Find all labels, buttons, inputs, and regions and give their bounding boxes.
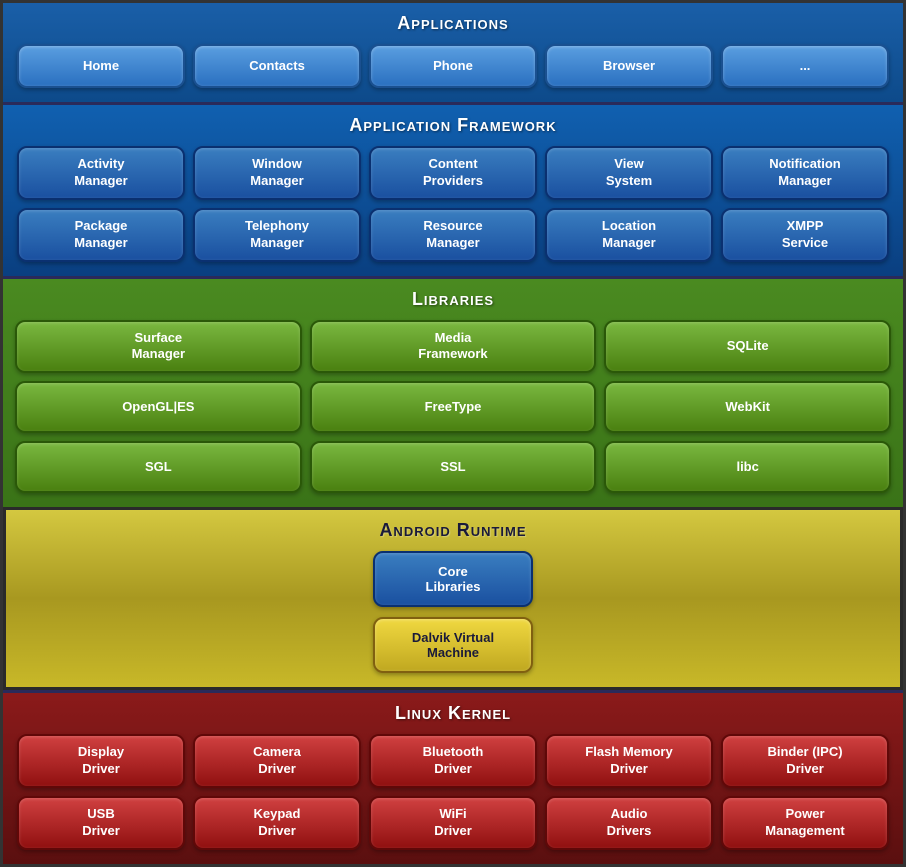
framework-content-providers: ContentProviders: [369, 146, 537, 200]
lib-ssl: SSL: [310, 441, 597, 493]
kernel-power-management: PowerManagement: [721, 796, 889, 850]
framework-notification-manager: NotificationManager: [721, 146, 889, 200]
kernel-wifi-driver: WiFiDriver: [369, 796, 537, 850]
applications-section: Applications Home Contacts Phone Browser…: [3, 3, 903, 102]
lib-media-framework: MediaFramework: [310, 320, 597, 374]
android-architecture-diagram: Applications Home Contacts Phone Browser…: [0, 0, 906, 867]
runtime-core-libraries: CoreLibraries: [373, 551, 533, 607]
kernel-section: Linux Kernel DisplayDriver CameraDriver …: [3, 690, 903, 864]
lib-sgl: SGL: [15, 441, 302, 493]
kernel-flash-memory-driver: Flash MemoryDriver: [545, 734, 713, 788]
libraries-runtime-section: Libraries SurfaceManager MediaFramework …: [3, 276, 903, 691]
framework-window-manager: WindowManager: [193, 146, 361, 200]
lib-sqlite: SQLite: [604, 320, 891, 374]
framework-resource-manager: ResourceManager: [369, 208, 537, 262]
lib-webkit: WebKit: [604, 381, 891, 433]
framework-rows: ActivityManager WindowManager ContentPro…: [17, 146, 889, 262]
kernel-bluetooth-driver: BluetoothDriver: [369, 734, 537, 788]
libraries-grid: SurfaceManager MediaFramework SQLite Ope…: [15, 320, 891, 494]
applications-title: Applications: [17, 13, 889, 34]
kernel-rows: DisplayDriver CameraDriver BluetoothDriv…: [17, 734, 889, 850]
kernel-row-1: DisplayDriver CameraDriver BluetoothDriv…: [17, 734, 889, 788]
kernel-row-2: USBDriver KeypadDriver WiFiDriver AudioD…: [17, 796, 889, 850]
lib-surface-manager: SurfaceManager: [15, 320, 302, 374]
app-home: Home: [17, 44, 185, 88]
runtime-dalvik-vm: Dalvik VirtualMachine: [373, 617, 533, 673]
framework-view-system: ViewSystem: [545, 146, 713, 200]
kernel-keypad-driver: KeypadDriver: [193, 796, 361, 850]
framework-title: Application Framework: [17, 115, 889, 136]
framework-xmpp-service: XMPPService: [721, 208, 889, 262]
framework-row-2: PackageManager TelephonyManager Resource…: [17, 208, 889, 262]
lib-opengl-es: OpenGL|ES: [15, 381, 302, 433]
framework-activity-manager: ActivityManager: [17, 146, 185, 200]
app-phone: Phone: [369, 44, 537, 88]
runtime-grid: CoreLibraries Dalvik VirtualMachine: [18, 551, 888, 673]
framework-row-1: ActivityManager WindowManager ContentPro…: [17, 146, 889, 200]
libraries-panel: Libraries SurfaceManager MediaFramework …: [3, 279, 903, 508]
kernel-title: Linux Kernel: [17, 703, 889, 724]
kernel-usb-driver: USBDriver: [17, 796, 185, 850]
kernel-camera-driver: CameraDriver: [193, 734, 361, 788]
app-contacts: Contacts: [193, 44, 361, 88]
applications-grid: Home Contacts Phone Browser ...: [17, 44, 889, 88]
kernel-binder-driver: Binder (IPC)Driver: [721, 734, 889, 788]
framework-section: Application Framework ActivityManager Wi…: [3, 102, 903, 276]
lib-freetype: FreeType: [310, 381, 597, 433]
framework-telephony-manager: TelephonyManager: [193, 208, 361, 262]
kernel-display-driver: DisplayDriver: [17, 734, 185, 788]
runtime-panel: Android Runtime CoreLibraries Dalvik Vir…: [3, 507, 903, 690]
libraries-title: Libraries: [15, 289, 891, 310]
framework-package-manager: PackageManager: [17, 208, 185, 262]
framework-location-manager: LocationManager: [545, 208, 713, 262]
runtime-title: Android Runtime: [18, 520, 888, 541]
kernel-audio-drivers: AudioDrivers: [545, 796, 713, 850]
app-more: ...: [721, 44, 889, 88]
app-browser: Browser: [545, 44, 713, 88]
lib-libc: libc: [604, 441, 891, 493]
